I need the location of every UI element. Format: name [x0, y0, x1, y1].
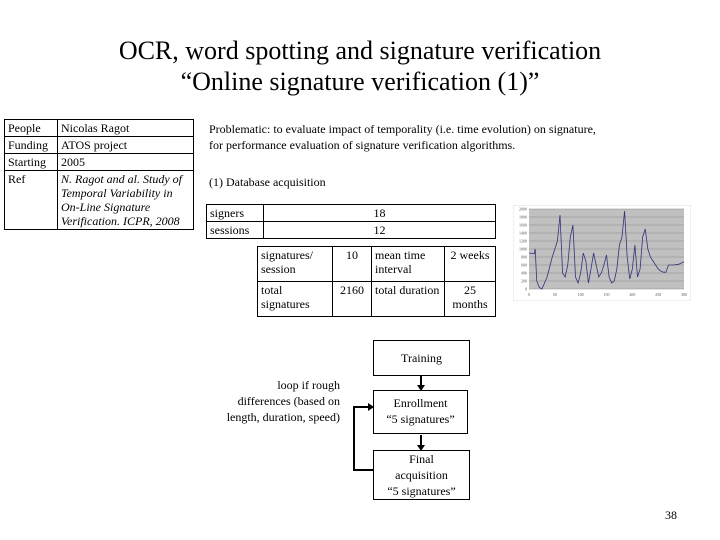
- section-heading: (1) Database acquisition: [209, 175, 326, 189]
- y-tick-label: 2000: [519, 207, 527, 212]
- x-tick-label: 300: [681, 292, 687, 297]
- flow-arrows: [353, 375, 425, 471]
- table-row: Funding ATOS project: [4, 136, 194, 154]
- project-info-table: People Nicolas Ragot Funding ATOS projec…: [4, 119, 194, 230]
- arrowhead-icon: [368, 403, 374, 411]
- y-tick-label: 1000: [519, 247, 527, 252]
- x-tick-label: 100: [578, 292, 584, 297]
- info-key: People: [4, 119, 58, 137]
- table-row: total signatures 2160 total duration 25 …: [257, 281, 496, 317]
- detail-label: total signatures: [257, 281, 333, 317]
- reference-citation: N. Ragot and al. Study of Temporal Varia…: [57, 170, 194, 230]
- table-row: Ref N. Ragot and al. Study of Temporal V…: [4, 170, 194, 230]
- x-tick-label: 0: [528, 292, 530, 297]
- detail-label: total duration: [371, 281, 445, 317]
- slide-subtitle: “Online signature verification (1)”: [180, 67, 540, 96]
- detail-label: mean time interval: [371, 246, 445, 282]
- y-tick-label: 0: [525, 287, 527, 292]
- table-row: sessions 12: [206, 221, 496, 239]
- detail-label: signatures/ session: [257, 246, 333, 282]
- table-row: signers 18: [206, 204, 496, 222]
- arrowhead-icon: [417, 445, 425, 451]
- training-label: Training: [401, 351, 442, 365]
- info-key: Ref: [4, 170, 58, 230]
- signers-label: signers: [206, 204, 264, 222]
- problem-statement: Problematic: to evaluate impact of tempo…: [209, 122, 596, 152]
- loop-condition-text: loop if rough differences (based on leng…: [226, 378, 340, 424]
- sessions-value: 12: [263, 221, 496, 239]
- database-summary-table: signers 18 sessions 12: [206, 204, 496, 239]
- info-value: Nicolas Ragot: [57, 119, 194, 137]
- sessions-label: sessions: [206, 221, 264, 239]
- y-tick-label: 1800: [519, 215, 527, 220]
- y-tick-label: 1400: [519, 231, 527, 236]
- loop-back-arrow: [353, 406, 373, 471]
- signers-value: 18: [263, 204, 496, 222]
- y-tick-label: 200: [521, 279, 527, 284]
- y-tick-label: 800: [521, 255, 527, 260]
- table-row: People Nicolas Ragot: [4, 119, 194, 137]
- detail-value: 2160: [332, 281, 372, 317]
- signature-trace-chart: 0 200 400 600 800 1000 1200 1400 1600 1800 2000 0 50…: [513, 205, 691, 301]
- info-key: Starting: [4, 153, 58, 171]
- info-key: Funding: [4, 136, 58, 154]
- x-tick-label: 150: [604, 292, 610, 297]
- x-tick-label: 250: [655, 292, 661, 297]
- y-tick-label: 400: [521, 271, 527, 276]
- table-row: signatures/ session 10 mean time interva…: [257, 246, 496, 282]
- detail-value: 25 months: [444, 281, 496, 317]
- y-tick-label: 1600: [519, 223, 527, 228]
- page-number: 38: [665, 508, 677, 522]
- y-tick-label: 600: [521, 263, 527, 268]
- x-tick-label: 50: [553, 292, 557, 297]
- y-tick-label: 1200: [519, 239, 527, 244]
- info-value: ATOS project: [57, 136, 194, 154]
- table-row: Starting 2005: [4, 153, 194, 171]
- info-value: 2005: [57, 153, 194, 171]
- arrowhead-icon: [417, 385, 425, 391]
- detail-value: 10: [332, 246, 372, 282]
- detail-value: 2 weeks: [444, 246, 496, 282]
- database-details-table: signatures/ session 10 mean time interva…: [257, 246, 496, 317]
- x-tick-label: 200: [629, 292, 635, 297]
- slide-title: OCR, word spotting and signature verific…: [118, 36, 602, 65]
